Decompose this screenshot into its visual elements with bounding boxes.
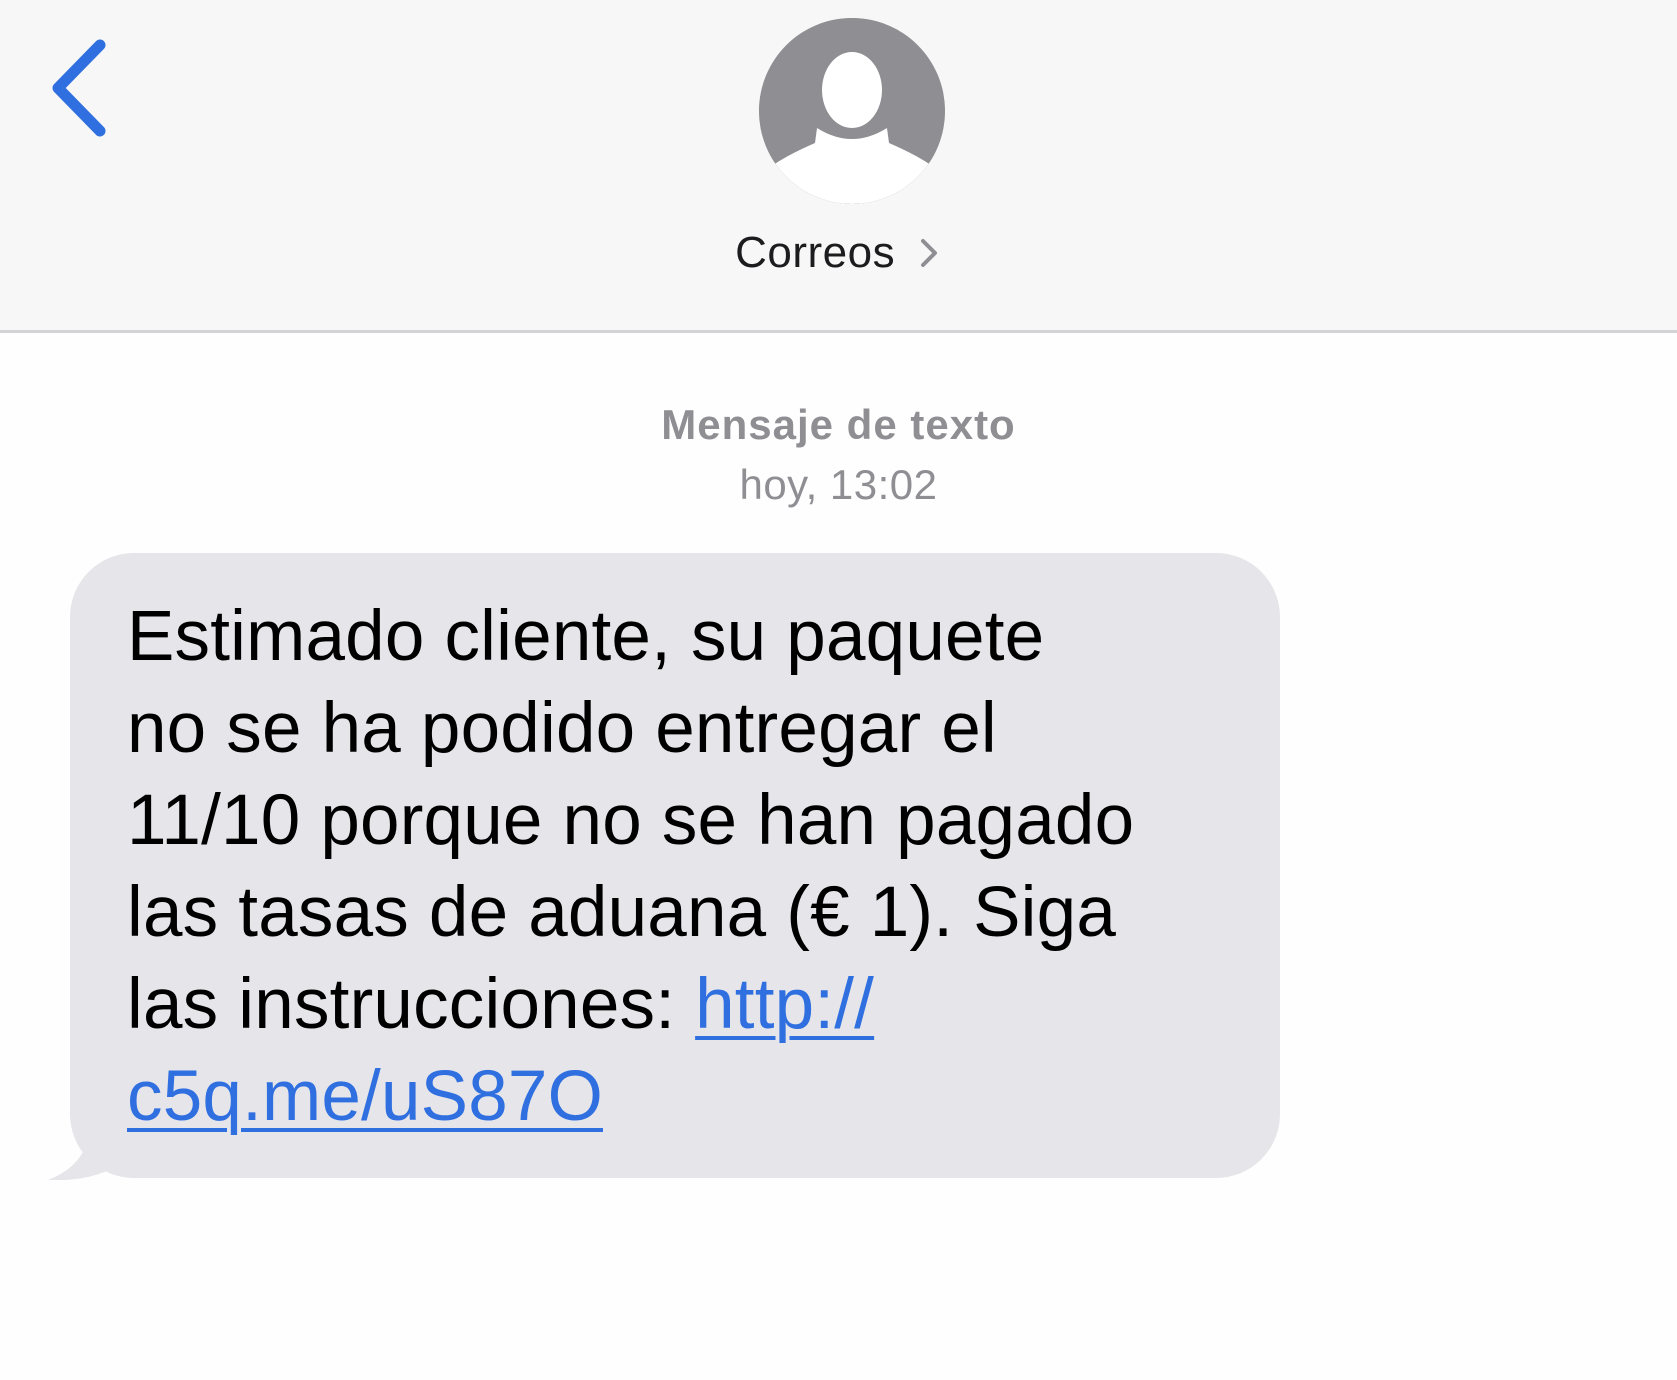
back-button[interactable] [40, 30, 130, 150]
message-timestamp: hoy, 13:02 [739, 461, 938, 508]
message-line: las tasas de aduana (€ 1). Siga [127, 873, 1117, 952]
message-meta: Mensaje de texto hoy, 13:02 [0, 395, 1677, 515]
chevron-right-icon [916, 233, 942, 273]
message-line: las instrucciones: [127, 965, 696, 1044]
contact-name: Correos [735, 228, 896, 278]
chevron-left-icon [52, 39, 106, 137]
incoming-message-bubble[interactable]: Estimado cliente, su paquete no se ha po… [70, 553, 1280, 1178]
message-line: 11/10 porque no se han pagado [127, 781, 1135, 860]
message-link-part: c5q.me/uS87O [127, 1057, 603, 1136]
conversation-header: Correos [0, 0, 1677, 333]
message-link-part: http:// [695, 965, 875, 1044]
avatar[interactable] [759, 18, 945, 204]
message-type-label: Mensaje de texto [661, 401, 1016, 448]
messages-screen: Correos Mensaje de texto hoy, 13:02 Esti… [0, 0, 1677, 1380]
message-line: Estimado cliente, su paquete [127, 597, 1045, 676]
message-body: Estimado cliente, su paquete no se ha po… [127, 591, 1240, 1143]
person-silhouette-icon [759, 18, 945, 204]
message-line: no se ha podido entregar el [127, 689, 997, 768]
contact-info-button[interactable]: Correos [0, 226, 1677, 278]
